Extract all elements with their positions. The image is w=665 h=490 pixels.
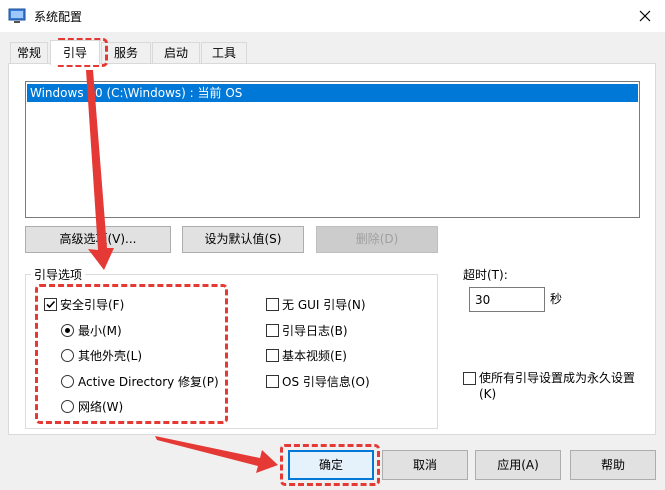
- annotation-box-ok: [280, 444, 380, 486]
- set-default-button[interactable]: 设为默认值(S): [182, 226, 304, 253]
- boot-log-label: 引导日志(B): [282, 324, 348, 338]
- os-list-item[interactable]: Windows 10 (C:\Windows) : 当前 OS: [27, 84, 638, 102]
- annotation-box-safe-boot: [35, 284, 228, 424]
- delete-button[interactable]: 删除(D): [316, 226, 438, 253]
- os-boot-info-checkbox[interactable]: [266, 375, 279, 388]
- no-gui-boot-label: 无 GUI 引导(N): [282, 298, 366, 312]
- cancel-button[interactable]: 取消: [382, 450, 468, 480]
- title-bar: [0, 0, 665, 32]
- tab-services[interactable]: 服务: [101, 42, 151, 63]
- no-gui-boot-checkbox[interactable]: [266, 298, 279, 311]
- apply-button[interactable]: 应用(A): [475, 450, 561, 480]
- timeout-input[interactable]: [469, 287, 545, 312]
- annotation-arrow-right: [155, 436, 278, 473]
- tab-general[interactable]: 常规: [10, 42, 48, 63]
- permanent-settings-label: 使所有引导设置成为永久设置: [479, 371, 636, 385]
- close-icon: [639, 10, 651, 22]
- help-button[interactable]: 帮助: [570, 450, 656, 480]
- boot-log-checkbox[interactable]: [266, 324, 279, 337]
- timeout-label: 超时(T):: [463, 268, 508, 282]
- os-boot-info-label: OS 引导信息(O): [282, 375, 370, 389]
- permanent-settings-label-2: (K): [479, 387, 497, 401]
- window-title: 系统配置: [34, 10, 83, 24]
- base-video-label: 基本视频(E): [282, 349, 347, 363]
- tab-boot[interactable]: 引导: [50, 40, 100, 65]
- tab-tools[interactable]: 工具: [201, 42, 247, 63]
- os-list[interactable]: Windows 10 (C:\Windows) : 当前 OS: [25, 81, 640, 218]
- permanent-settings-checkbox[interactable]: [463, 372, 476, 385]
- tab-startup[interactable]: 启动: [152, 42, 200, 63]
- timeout-unit: 秒: [550, 292, 563, 306]
- system-config-icon: [8, 8, 26, 24]
- base-video-checkbox[interactable]: [266, 349, 279, 362]
- boot-options-label: 引导选项: [31, 267, 86, 283]
- close-button[interactable]: [625, 0, 665, 32]
- advanced-options-button[interactable]: 高级选项(V)...: [25, 226, 171, 253]
